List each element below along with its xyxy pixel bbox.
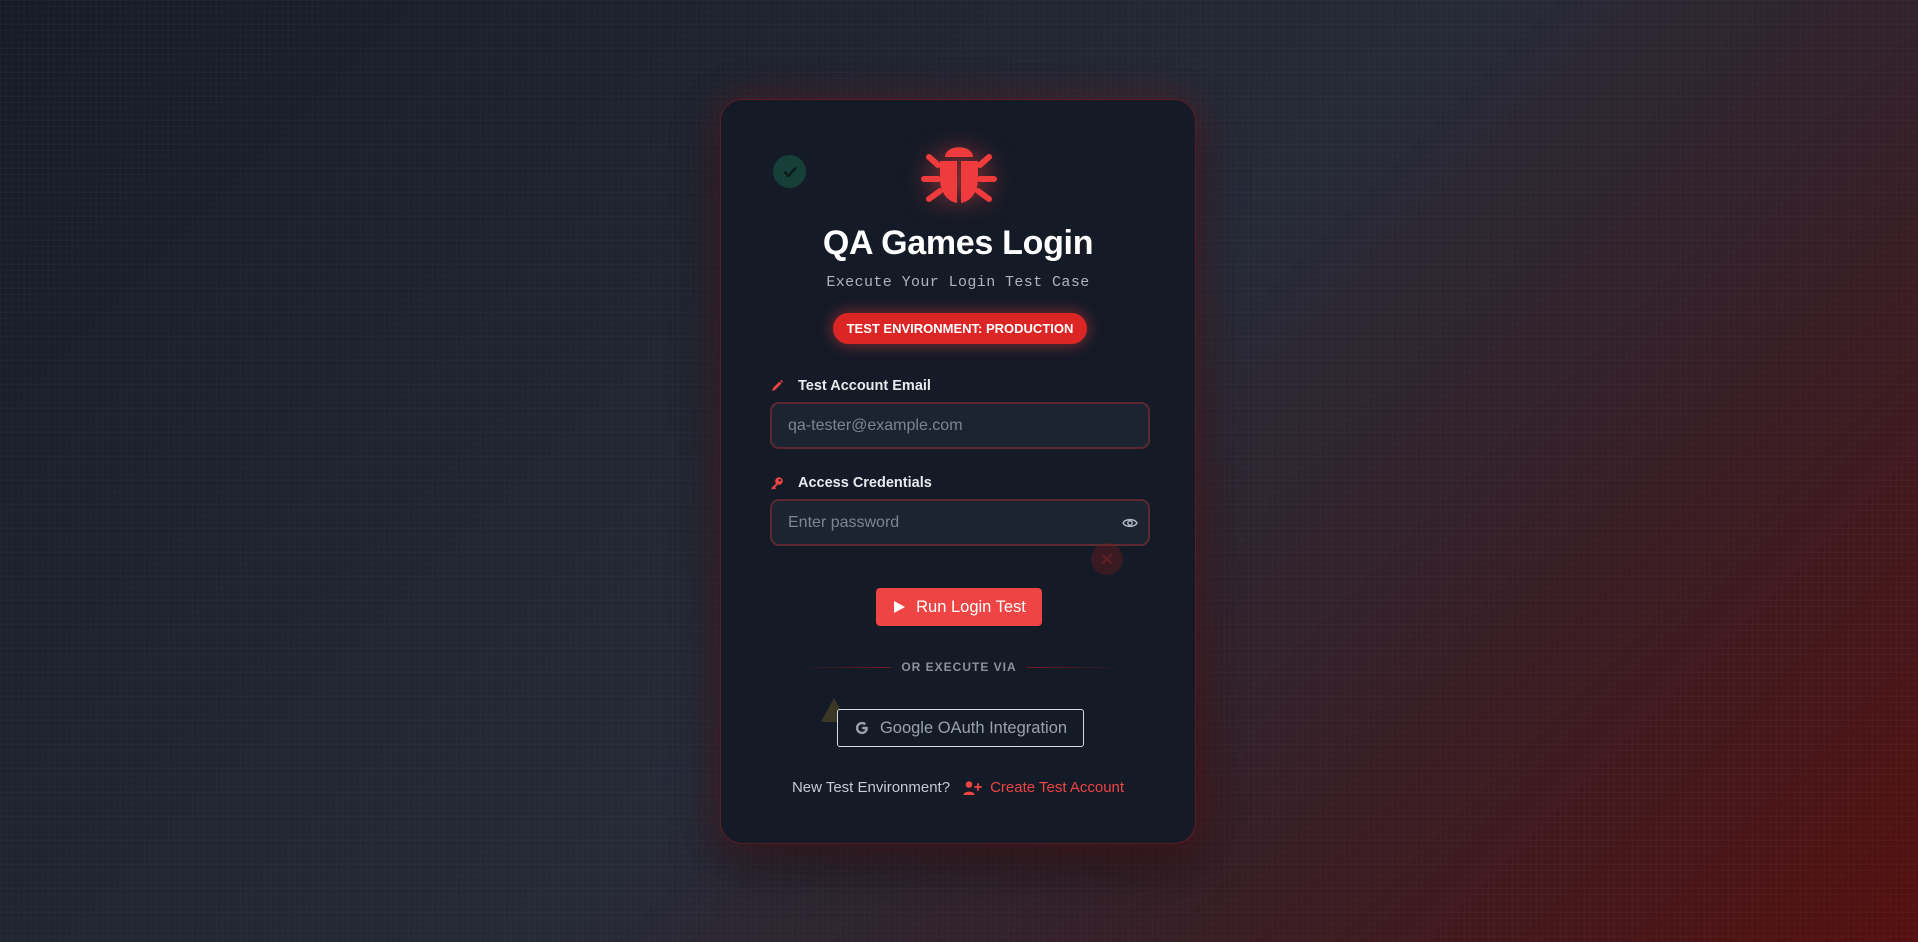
play-icon	[892, 600, 906, 614]
check-circle-icon	[773, 155, 806, 188]
google-oauth-button[interactable]: Google OAuth Integration	[837, 709, 1084, 747]
pencil-icon	[770, 379, 784, 393]
run-login-test-button[interactable]: Run Login Test	[876, 588, 1042, 626]
signup-row: New Test Environment? Create Test Accoun…	[721, 779, 1195, 796]
divider-line-left	[789, 666, 892, 668]
login-card: QA Games Login Execute Your Login Test C…	[720, 99, 1196, 844]
divider-text: OR EXECUTE VIA	[901, 660, 1017, 674]
email-label-text: Test Account Email	[798, 378, 931, 394]
user-plus-icon	[963, 780, 982, 796]
google-g-icon	[854, 720, 870, 736]
create-test-account-label: Create Test Account	[990, 779, 1125, 796]
email-label: Test Account Email	[770, 378, 931, 394]
run-login-test-label: Run Login Test	[916, 597, 1026, 616]
divider: OR EXECUTE VIA	[789, 660, 1130, 674]
password-label-text: Access Credentials	[798, 475, 932, 491]
email-field-container	[770, 402, 1150, 449]
page-subtitle: Execute Your Login Test Case	[826, 274, 1090, 291]
environment-badge: TEST ENVIRONMENT: PRODUCTION	[833, 313, 1087, 344]
divider-line-right	[1026, 666, 1130, 668]
close-icon	[1091, 543, 1123, 575]
email-field[interactable]	[772, 404, 1148, 447]
signup-prompt: New Test Environment?	[791, 779, 951, 796]
key-icon	[770, 476, 784, 490]
password-label: Access Credentials	[770, 475, 932, 491]
create-test-account-link[interactable]: Create Test Account	[963, 779, 1124, 796]
google-oauth-label: Google OAuth Integration	[879, 718, 1068, 737]
password-field-container	[770, 499, 1150, 546]
password-field[interactable]	[772, 501, 1148, 544]
eye-icon[interactable]	[1122, 515, 1138, 531]
page-title: QA Games Login	[822, 224, 1094, 262]
bug-icon	[921, 147, 997, 203]
